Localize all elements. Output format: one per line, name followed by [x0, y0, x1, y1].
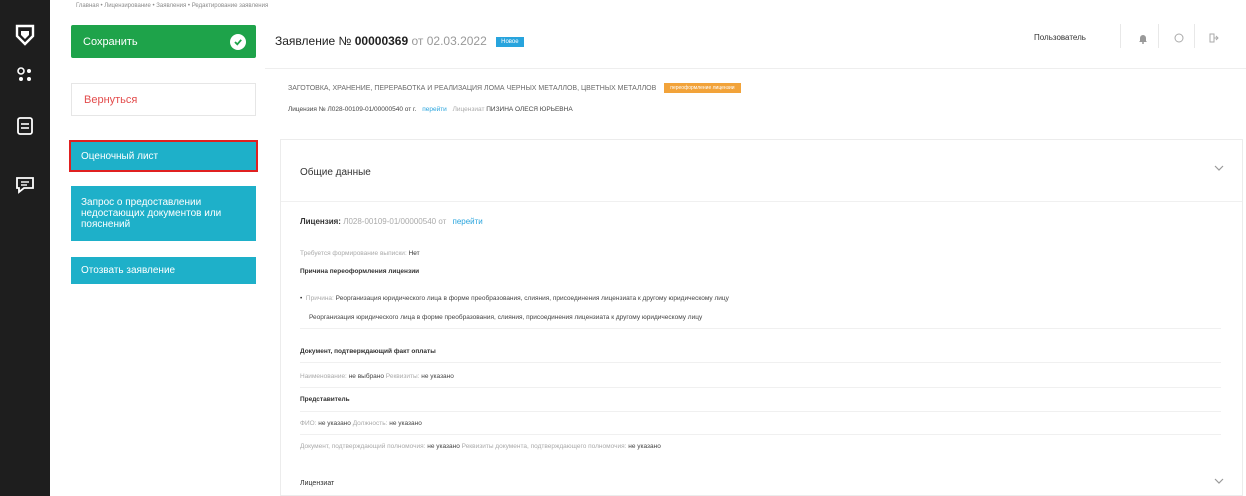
- representative-row: ФИО: не указано Должность: не указано: [300, 420, 422, 427]
- general-data-panel: Общие данные Лицензия: Л028-00109-01/000…: [280, 139, 1243, 496]
- user-name[interactable]: Пользователь: [1034, 33, 1086, 42]
- license-value: Л028-00109-01/00000540 от: [343, 217, 447, 226]
- header-divider: [1194, 24, 1195, 48]
- representative-docs-row: Документ, подтверждающий полномочия: не …: [300, 443, 661, 450]
- chat-icon[interactable]: [8, 170, 42, 200]
- application-number: 00000369: [354, 34, 409, 48]
- extract-label: Требуется формирование выписки:: [300, 250, 407, 257]
- row-divider: [300, 362, 1221, 363]
- withdraw-application-button[interactable]: Отозвать заявление: [71, 257, 256, 284]
- row-divider: [300, 411, 1221, 412]
- rep-fio-label: ФИО:: [300, 420, 317, 427]
- title-prefix: Заявление №: [275, 34, 352, 48]
- help-icon[interactable]: [1170, 29, 1188, 47]
- row-divider: [300, 387, 1221, 388]
- extract-row: Требуется формирование выписки: Нет: [300, 250, 420, 257]
- request-documents-button[interactable]: Запрос о предоставлении недостающих доку…: [71, 186, 256, 241]
- header-divider: [1158, 24, 1159, 48]
- payment-name-value: не выбрано: [348, 373, 384, 380]
- reason-heading: Причина переоформления лицензии: [300, 268, 420, 275]
- payment-req-value: не указано: [421, 373, 454, 380]
- back-button[interactable]: Вернуться: [71, 83, 256, 116]
- application-date: от 02.03.2022: [411, 34, 487, 48]
- header-divider-line: [265, 68, 1246, 69]
- panel-title: Общие данные: [300, 167, 371, 178]
- header-divider: [1120, 24, 1121, 48]
- reason-value: Реорганизация юридического лица в форме …: [335, 295, 729, 302]
- row-divider: [300, 434, 1221, 435]
- activity-type: ЗАГОТОВКА, ХРАНЕНИЕ, ПЕРЕРАБОТКА И РЕАЛИ…: [288, 83, 741, 93]
- settings-nodes-icon[interactable]: [8, 60, 42, 90]
- shield-logo-icon[interactable]: [8, 20, 42, 50]
- row-divider: [300, 328, 1221, 329]
- licensee-label: Лицензиат: [452, 106, 485, 113]
- license-line: Лицензия № Л028-00109-01/00000540 от г.: [288, 106, 417, 113]
- general-data-header[interactable]: Общие данные: [281, 140, 1242, 202]
- bullet: •: [300, 295, 305, 302]
- bell-icon[interactable]: [1134, 29, 1152, 47]
- icon-rail: [0, 0, 50, 496]
- payment-name-label: Наименование:: [300, 373, 347, 380]
- representative-heading: Представитель: [300, 396, 350, 403]
- rep-docname-value: не указано: [628, 443, 661, 450]
- activity-badge: переоформление лицензии: [664, 83, 741, 93]
- licensee-section-title[interactable]: Лицензиат: [300, 480, 334, 487]
- evaluation-sheet-button[interactable]: Оценочный лист: [69, 140, 258, 172]
- chevron-down-icon[interactable]: [1214, 477, 1224, 488]
- document-icon[interactable]: [8, 111, 42, 141]
- payment-row: Наименование: не выбрано Реквизиты: не у…: [300, 373, 454, 380]
- chevron-down-icon[interactable]: [1214, 164, 1224, 175]
- rep-fio-value: не указано: [318, 420, 351, 427]
- extract-value: Нет: [408, 250, 420, 257]
- rep-doc-value: не указано: [427, 443, 460, 450]
- reason-row: • Причина: Реорганизация юридического ли…: [300, 295, 729, 302]
- save-button-label: Сохранить: [83, 35, 138, 48]
- license-link[interactable]: перейти: [422, 106, 447, 113]
- rep-position-value: не указано: [389, 420, 422, 427]
- rep-position-label: Должность:: [352, 420, 388, 427]
- reason-detail: Реорганизация юридического лица в форме …: [309, 314, 703, 321]
- page-title: Заявление № 00000369 от 02.03.2022 Новое: [275, 34, 524, 48]
- status-badge: Новое: [496, 36, 524, 47]
- license-goto-link[interactable]: перейти: [452, 217, 482, 226]
- licensee-name: ПИЗИНА ОЛЕСЯ ЮРЬЕВНА: [486, 106, 573, 113]
- license-label: Лицензия:: [300, 217, 341, 226]
- activity-text: ЗАГОТОВКА, ХРАНЕНИЕ, ПЕРЕРАБОТКА И РЕАЛИ…: [288, 84, 657, 92]
- payment-req-label: Реквизиты:: [385, 373, 420, 380]
- save-button[interactable]: Сохранить: [71, 25, 256, 58]
- license-row: Лицензия: Л028-00109-01/00000540 от пере…: [300, 217, 483, 226]
- actions-column: [50, 0, 265, 496]
- reason-label: Причина:: [305, 295, 334, 302]
- check-icon: [230, 34, 246, 50]
- license-summary: Лицензия № Л028-00109-01/00000540 от г. …: [288, 106, 573, 113]
- logout-icon[interactable]: [1205, 29, 1223, 47]
- rep-doc-label: Документ, подтверждающий полномочия:: [300, 443, 426, 450]
- breadcrumb[interactable]: Главная • Лицензирование • Заявления • Р…: [76, 3, 268, 9]
- rep-docname-label: Реквизиты документа, подтверждающего пол…: [461, 443, 627, 450]
- payment-heading: Документ, подтверждающий факт оплаты: [300, 348, 436, 355]
